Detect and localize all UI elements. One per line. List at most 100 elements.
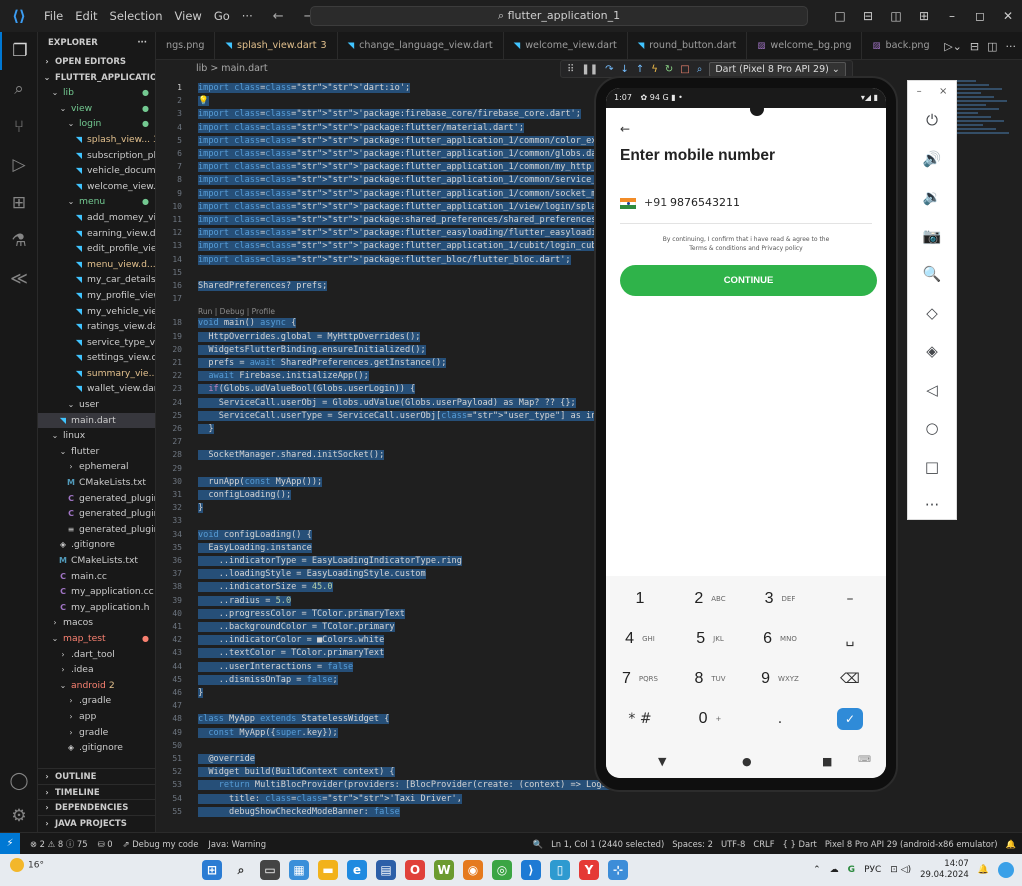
keypad-key[interactable]: 5 JKL (678, 620, 742, 658)
overview-icon[interactable]: □ (908, 448, 956, 487)
tree-item[interactable]: ◥ service_type_view... (38, 335, 155, 351)
status-right-item[interactable]: Pixel 8 Pro API 29 (android-x86 emulator… (825, 839, 998, 849)
tree-item[interactable]: › .idea (38, 662, 155, 678)
account-icon[interactable]: ◯ (0, 762, 38, 800)
camera-icon[interactable]: 📷 (908, 217, 956, 256)
tree-item[interactable]: ◥ my_vehicle_view... (38, 304, 155, 320)
close-button[interactable]: ✕ (994, 9, 1022, 23)
keypad-key[interactable]: 9 WXYZ (748, 660, 812, 698)
rotate-right-icon[interactable]: ◈ (908, 332, 956, 371)
toggle-sidebar-icon[interactable]: □ (826, 9, 854, 23)
opera-icon[interactable]: O (405, 860, 425, 880)
tree-item[interactable]: › app (38, 709, 155, 725)
keypad-key[interactable]: 3 DEF (748, 580, 812, 618)
tree-item[interactable]: M CMakeLists.txt (38, 475, 155, 491)
sidebar-section-dependencies[interactable]: › DEPENDENCIES (38, 799, 155, 815)
tree-item[interactable]: ◥ my_car_details_vi... (38, 272, 155, 288)
rotate-left-icon[interactable]: ◇ (908, 294, 956, 333)
back-arrow-icon[interactable]: ← (620, 122, 630, 136)
taskbar-search-icon[interactable]: ⌕ (231, 860, 251, 880)
devtools-search-icon[interactable]: ⌕ (697, 64, 703, 75)
tray-chevron-up-icon[interactable]: ⌃ (813, 865, 821, 875)
restart-icon[interactable]: ↻ (665, 64, 673, 75)
toggle-panel-icon[interactable]: ⊟ (854, 9, 882, 23)
keypad-key[interactable]: ✓ (818, 700, 882, 738)
extensions-icon[interactable]: ⊞ (0, 184, 38, 222)
editor-tab[interactable]: ▨ back.png (862, 32, 941, 59)
emulator-minimize-button[interactable]: – (917, 86, 922, 97)
tree-item[interactable]: Cmain.cc (38, 569, 155, 585)
keypad-key[interactable]: 0 + (678, 700, 742, 738)
vscode-taskbar-icon[interactable]: ⟩ (521, 860, 541, 880)
testing-icon[interactable]: ⚗ (0, 222, 38, 260)
nav-back-icon[interactable]: ▼ (658, 755, 666, 768)
keypad-key[interactable]: 2 ABC (678, 580, 742, 618)
search-icon[interactable]: ⌕ (0, 70, 38, 108)
status-right-item[interactable]: { } Dart (783, 839, 817, 849)
widgets-icon[interactable]: ▦ (289, 860, 309, 880)
tree-item[interactable]: › .dart_tool (38, 647, 155, 663)
mobile-number-input[interactable] (670, 196, 850, 209)
remote-indicator-icon[interactable]: ⚡ (0, 832, 20, 855)
tree-item[interactable]: ◥ main.dart (38, 412, 155, 429)
stop-icon[interactable]: □ (680, 64, 689, 75)
editor-tab[interactable]: ◥ round_button.dart (628, 32, 748, 59)
keypad-key[interactable]: 4 GHI (608, 620, 672, 658)
file-explorer-icon[interactable]: ▬ (318, 860, 338, 880)
keypad-key[interactable]: 8 TUV (678, 660, 742, 698)
store-icon[interactable]: ▤ (376, 860, 396, 880)
minimize-button[interactable]: – (938, 9, 966, 23)
menu-file[interactable]: File (38, 9, 69, 23)
tree-item[interactable]: ◥ wallet_view.dart (38, 381, 155, 397)
status-left-item[interactable]: ⊗ 2 ⚠ 8 ⓘ 75 (30, 839, 88, 849)
status-left-item[interactable]: Java: Warning (208, 839, 266, 849)
tree-item[interactable]: ◥ my_profile_view.d... (38, 288, 155, 304)
keyboard-switch-icon[interactable]: ⌨ (858, 755, 871, 765)
menu-edit[interactable]: Edit (69, 9, 103, 23)
tree-item[interactable]: ⌄ android 2 (38, 678, 155, 694)
editor-tab[interactable]: ngs.png (156, 32, 216, 59)
network-volume-icon[interactable]: ⊡ ◁) (890, 865, 911, 875)
tree-item[interactable]: ⌄ flutter (38, 444, 155, 460)
tree-item[interactable]: ◥ earning_view.dart (38, 226, 155, 242)
tree-item[interactable]: ◈ .gitignore (38, 740, 155, 756)
menu-more[interactable]: ··· (236, 9, 259, 23)
flutter-icon[interactable]: ≪ (0, 260, 38, 298)
project-root[interactable]: ⌄ FLUTTER_APPLICATION_1 (38, 70, 155, 86)
run-debug-icon[interactable]: ▷ (0, 146, 38, 184)
tree-item[interactable]: › .gradle (38, 693, 155, 709)
tree-item[interactable]: ◥ add_momey_view... (38, 210, 155, 226)
status-right-item[interactable]: 🔍 (533, 839, 543, 850)
power-icon[interactable]: ⏻ (908, 101, 956, 140)
tree-item[interactable]: ◥summary_vie...1 (38, 366, 155, 382)
editor-tab[interactable]: ◥ splash_view.dart 3 (215, 32, 338, 59)
toggle-secondary-sidebar-icon[interactable]: ◫ (882, 9, 910, 23)
tree-item[interactable]: ◥ ratings_view.dart (38, 319, 155, 335)
editor-tab[interactable]: ◥ welcome_view.dart (504, 32, 628, 59)
command-center-search[interactable]: ⌕ flutter_application_1 (310, 6, 808, 26)
emulator-close-button[interactable]: × (939, 86, 947, 97)
menu-view[interactable]: View (169, 9, 208, 23)
debug-device-select[interactable]: Dart (Pixel 8 Pro API 29) ⌄ (709, 61, 846, 77)
step-out-icon[interactable]: ↑ (636, 64, 644, 75)
tree-item[interactable]: › gradle (38, 725, 155, 741)
customize-layout-icon[interactable]: ⊞ (910, 9, 938, 23)
keypad-key[interactable]: . (748, 700, 812, 738)
tree-item[interactable]: ◥ edit_profile_view... (38, 241, 155, 257)
notification-bell-icon[interactable]: 🔔 (978, 865, 989, 875)
tree-item[interactable]: Cmy_application.cc (38, 584, 155, 600)
tree-item[interactable]: ◥ subscription_plan... (38, 148, 155, 164)
zoom-icon[interactable]: 🔍 (908, 255, 956, 294)
more-actions-icon[interactable]: ··· (1006, 40, 1017, 53)
menu-go[interactable]: Go (208, 9, 236, 23)
tree-item[interactable]: ⌄ lib ● (38, 85, 155, 101)
firefox-icon[interactable]: ◉ (463, 860, 483, 880)
tray-app-icon[interactable]: G (848, 865, 855, 875)
status-right-item[interactable]: 🔔 (1006, 839, 1016, 850)
volume-up-icon[interactable]: 🔊 (908, 140, 956, 179)
terms-privacy-link[interactable]: Terms & conditions and Privacy policy (646, 245, 846, 254)
sidebar-section-java-projects[interactable]: › JAVA PROJECTS (38, 814, 155, 831)
explorer-icon[interactable]: ❐ (0, 32, 38, 70)
keypad-key[interactable]: – (818, 580, 882, 618)
tree-item[interactable]: ◈ .gitignore (38, 537, 155, 553)
